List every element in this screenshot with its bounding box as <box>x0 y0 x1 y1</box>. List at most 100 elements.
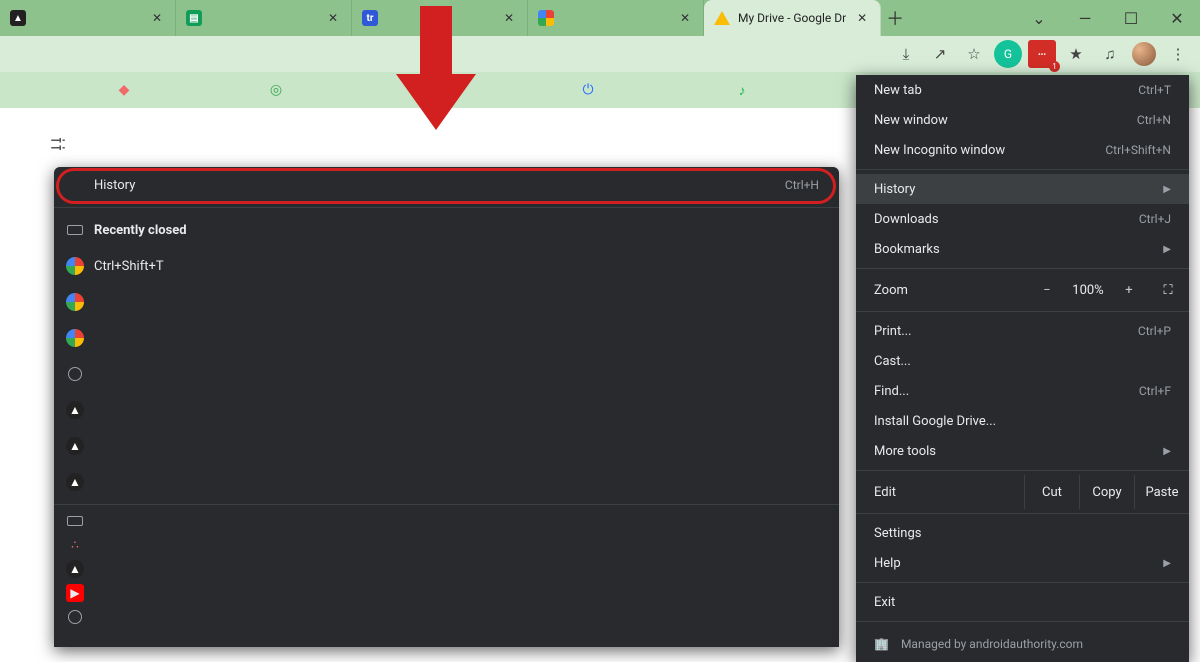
recently-closed-label: Recently closed <box>94 223 187 238</box>
favicon-aa-icon: ▲ <box>66 401 84 419</box>
media-control-icon[interactable]: ♫ <box>1096 40 1124 68</box>
bookmark-power[interactable]: ⏻ <box>576 78 600 102</box>
bookmark-asana[interactable]: ◆ <box>112 78 136 102</box>
menu-shortcut: Ctrl+N <box>1137 113 1171 127</box>
managed-by-row[interactable]: 🏢 Managed by androidauthority.com <box>856 626 1189 662</box>
recently-closed-item[interactable] <box>54 356 839 392</box>
star-icon[interactable]: ☆ <box>960 40 988 68</box>
paste-button[interactable]: Paste <box>1134 475 1189 509</box>
menu-find[interactable]: Find... Ctrl+F <box>856 376 1189 406</box>
recently-closed-item[interactable]: Ctrl+Shift+T <box>54 248 839 284</box>
copy-button[interactable]: Copy <box>1079 475 1134 509</box>
browser-tab-strip: ▲ ✕ ▤ ✕ tr ✕ ✕ My Drive - Google Dr ✕ ＋ … <box>0 0 1200 36</box>
favicon-aa-icon: ▲ <box>66 437 84 455</box>
menu-new-incognito[interactable]: New Incognito window Ctrl+Shift+N <box>856 135 1189 165</box>
menu-separator <box>856 169 1189 170</box>
other-device-item[interactable]: ▶ <box>54 581 839 605</box>
favicon-drive-icon <box>714 10 730 26</box>
menu-print[interactable]: Print... Ctrl+P <box>856 316 1189 346</box>
history-shortcut: Ctrl+H <box>785 178 819 192</box>
menu-install-drive[interactable]: Install Google Drive... <box>856 406 1189 436</box>
fullscreen-button[interactable]: ⛶ <box>1147 283 1189 298</box>
menu-new-window[interactable]: New window Ctrl+N <box>856 105 1189 135</box>
minimize-button[interactable]: — <box>1062 0 1108 36</box>
recently-closed-header: Recently closed <box>54 212 839 248</box>
bookmark-todoist[interactable]: ✓ <box>416 78 440 102</box>
restore-shortcut: Ctrl+Shift+T <box>94 259 164 274</box>
favicon-asana-icon: ∴ <box>66 536 84 554</box>
close-icon[interactable]: ✕ <box>854 10 870 26</box>
share-icon[interactable]: ↗ <box>926 40 954 68</box>
zoom-in-button[interactable]: + <box>1111 283 1147 298</box>
new-tab-button[interactable]: ＋ <box>881 0 909 36</box>
extension-lastpass-icon[interactable]: ••• <box>1028 40 1056 68</box>
recently-closed-item[interactable]: ▲ <box>54 428 839 464</box>
other-device-item[interactable] <box>54 605 839 629</box>
menu-label: Settings <box>874 526 921 541</box>
close-icon[interactable]: ✕ <box>325 10 341 26</box>
close-icon[interactable]: ✕ <box>677 10 693 26</box>
zoom-out-button[interactable]: − <box>1029 283 1065 298</box>
recently-closed-item[interactable] <box>54 320 839 356</box>
favicon-google-icon <box>66 329 84 347</box>
menu-history[interactable]: History ▶ <box>856 174 1189 204</box>
chevron-right-icon: ▶ <box>1163 184 1171 195</box>
maximize-button[interactable]: ☐ <box>1108 0 1154 36</box>
menu-label: Downloads <box>874 212 939 227</box>
close-icon[interactable]: ✕ <box>149 10 165 26</box>
menu-label: New window <box>874 113 948 128</box>
other-device-item[interactable]: ▲ <box>54 557 839 581</box>
tab-5-label: My Drive - Google Dr <box>738 11 846 25</box>
tab-3[interactable]: tr ✕ <box>352 0 528 36</box>
menu-separator <box>856 582 1189 583</box>
extension-grammarly-icon[interactable]: G <box>994 40 1022 68</box>
menu-cast[interactable]: Cast... <box>856 346 1189 376</box>
chrome-menu-button[interactable]: ⋮ <box>1164 40 1192 68</box>
bookmark-spotify[interactable]: ♪ <box>730 78 754 102</box>
close-icon[interactable]: ✕ <box>501 10 517 26</box>
recently-closed-item[interactable] <box>54 284 839 320</box>
favicon-google-icon <box>538 10 554 26</box>
chevron-right-icon: ▶ <box>1163 558 1171 569</box>
favicon-sheets-icon: ▤ <box>186 10 202 26</box>
menu-shortcut: Ctrl+J <box>1139 212 1171 226</box>
menu-separator <box>856 470 1189 471</box>
cut-button[interactable]: Cut <box>1024 475 1079 509</box>
menu-settings[interactable]: Settings <box>856 518 1189 548</box>
history-menu-item[interactable]: History Ctrl+H <box>54 167 839 203</box>
extensions-puzzle-icon[interactable]: ★ <box>1062 40 1090 68</box>
menu-label: Find... <box>874 384 909 399</box>
menu-shortcut: Ctrl+F <box>1139 384 1171 398</box>
window-close-button[interactable]: ✕ <box>1154 0 1200 36</box>
laptop-icon <box>66 512 84 530</box>
recently-closed-item[interactable]: ▲ <box>54 392 839 428</box>
globe-icon <box>66 365 84 383</box>
other-device-item[interactable]: ∴ <box>54 533 839 557</box>
page-options-button[interactable] <box>38 128 78 160</box>
menu-exit[interactable]: Exit <box>856 587 1189 617</box>
tab-5-active[interactable]: My Drive - Google Dr ✕ <box>704 0 881 36</box>
tab-1[interactable]: ▲ ✕ <box>0 0 176 36</box>
menu-shortcut: Ctrl+Shift+N <box>1105 143 1171 157</box>
recently-closed-item[interactable]: ▲ <box>54 464 839 500</box>
menu-label: Exit <box>874 595 895 610</box>
tab-4[interactable]: ✕ <box>528 0 704 36</box>
menu-zoom-row: Zoom − 100% + ⛶ <box>856 273 1189 307</box>
menu-downloads[interactable]: Downloads Ctrl+J <box>856 204 1189 234</box>
menu-label: Help <box>874 556 901 571</box>
zoom-value: 100% <box>1065 283 1111 298</box>
menu-more-tools[interactable]: More tools ▶ <box>856 436 1189 466</box>
profile-avatar[interactable] <box>1130 40 1158 68</box>
dropdown-icon[interactable]: ⌄ <box>1016 0 1062 36</box>
window-controls: ⌄ — ☐ ✕ <box>1016 0 1200 36</box>
favicon-google-icon <box>66 257 84 275</box>
other-device-item[interactable] <box>54 509 839 533</box>
menu-new-tab[interactable]: New tab Ctrl+T <box>856 75 1189 105</box>
menu-bookmarks[interactable]: Bookmarks ▶ <box>856 234 1189 264</box>
menu-help[interactable]: Help ▶ <box>856 548 1189 578</box>
managed-label: Managed by androidauthority.com <box>901 637 1083 651</box>
menu-separator <box>54 504 839 505</box>
download-icon[interactable]: ⤓ <box>892 40 920 68</box>
tab-2[interactable]: ▤ ✕ <box>176 0 352 36</box>
bookmark-whirl[interactable]: ◎ <box>264 78 288 102</box>
